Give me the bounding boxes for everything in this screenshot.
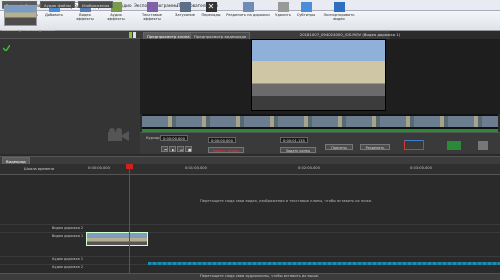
track-name: Видео дорожка 1 — [52, 234, 84, 238]
track-name: Видео дорожка 2 — [52, 226, 84, 230]
text-effects-button[interactable]: Текстовые эффекты — [134, 1, 170, 21]
fade-button[interactable]: Затухание — [172, 1, 198, 19]
remove-icon — [277, 2, 289, 12]
subtitles-button[interactable]: Субтитры — [295, 1, 317, 19]
settings-icon[interactable] — [478, 141, 488, 150]
tab-audio-files[interactable]: Аудио файлы — [40, 1, 75, 8]
fade-icon — [179, 2, 191, 12]
tab-clip-preview[interactable]: Предпросмотр клипа — [143, 32, 194, 39]
set-end-button[interactable]: Задать конец — [280, 147, 316, 153]
filmstrip[interactable] — [142, 114, 498, 129]
tab-timeline[interactable]: Видеоряд — [2, 157, 30, 164]
ruler-tick: 0:00:00.000 — [88, 166, 110, 170]
drop-hint: Перетащите сюда свои видео, изображения … — [200, 199, 373, 203]
transitions-icon: ✕ — [205, 2, 217, 12]
tab-images[interactable]: Изображения — [78, 1, 114, 8]
ruler-tick: 0:02:00.000 — [298, 166, 320, 170]
ruler-tick: 0:01:00.000 — [185, 166, 207, 170]
export-video-button[interactable]: Экспортировать видео — [318, 1, 360, 21]
cursor-label: Курсор: — [146, 136, 161, 140]
export-icon — [333, 2, 345, 12]
library-view-icon[interactable] — [128, 31, 138, 39]
ruler-tick: 0:03:00.000 — [410, 166, 432, 170]
split-button[interactable]: Разделить — [360, 144, 390, 150]
subtitles-icon — [300, 2, 312, 12]
video-thumbnail[interactable] — [4, 5, 37, 26]
track-name: Аудио дорожка 2 — [52, 265, 84, 269]
rewind-button[interactable]: ⏮ — [161, 146, 168, 152]
audio-drop-hint: Перетащите сюда свои аудиоклипы, чтобы в… — [200, 274, 320, 278]
split-tracks-button[interactable]: Разделить на дорожки — [225, 1, 271, 19]
cursor-timecode[interactable]: 0:00:00.000 — [160, 135, 188, 141]
add-clip-icon[interactable] — [447, 141, 461, 150]
tab-timeline-preview[interactable]: Предпросмотр видеоряда — [190, 32, 251, 39]
play-button[interactable]: ▶ — [169, 146, 176, 152]
video-clip[interactable] — [86, 232, 148, 246]
split-icon — [242, 2, 254, 12]
video-frame — [251, 39, 386, 111]
text-effects-icon — [146, 2, 158, 12]
timeline-header — [0, 156, 500, 164]
start-timecode[interactable]: 0:00:00.000 — [208, 137, 236, 143]
checkmark-icon — [3, 45, 10, 51]
library-tabs — [0, 31, 140, 39]
audio-waveform[interactable] — [148, 262, 500, 265]
set-start-button[interactable]: Задать начало — [208, 147, 244, 153]
transitions-button[interactable]: ✕ Переходы — [199, 1, 223, 19]
preview-title: 20181007_094024000_iOS.MOV (Видео дорожк… — [299, 32, 401, 37]
camera-icon — [108, 128, 129, 141]
track-name: Аудио дорожка 1 — [52, 257, 84, 261]
forward-button[interactable]: ⏭ — [177, 146, 184, 152]
playback-controls — [140, 132, 500, 154]
presets-button[interactable]: Пресеты — [325, 144, 353, 150]
scale-label: Шкала времени — [24, 167, 55, 171]
aspect-icon[interactable] — [404, 140, 424, 150]
thumbnail-caption: 20181007_094024000_iOS.MOV — [2, 28, 56, 32]
remove-button[interactable]: Удалить — [273, 1, 293, 19]
playhead-line[interactable] — [129, 164, 130, 274]
end-timecode[interactable]: 0:00:01.135 — [280, 137, 308, 143]
stop-button[interactable]: ■ — [185, 146, 192, 152]
